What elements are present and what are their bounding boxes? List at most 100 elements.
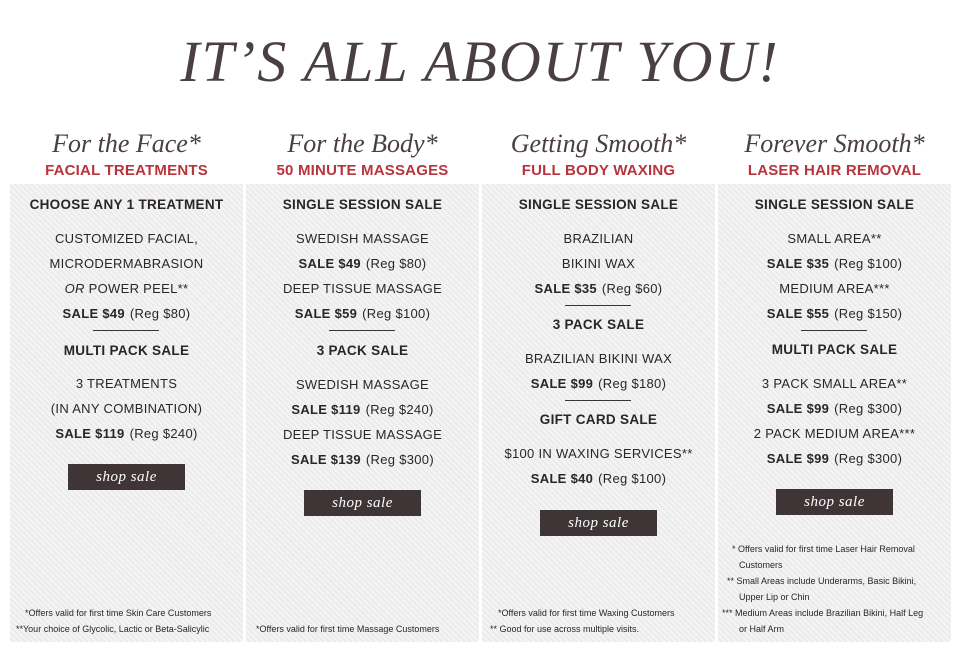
offer-heading: 3 PACK SALE bbox=[552, 317, 645, 332]
sale-price: SALE $59 bbox=[294, 306, 358, 321]
regular-price: (Reg $80) bbox=[365, 256, 427, 271]
offer-line: OR POWER PEEL** bbox=[10, 281, 243, 296]
footnote: *** Medium Areas include Brazilian Bikin… bbox=[722, 608, 924, 618]
offer-heading: CHOOSE ANY 1 TREATMENT bbox=[29, 197, 224, 212]
footnote: Upper Lip or Chin bbox=[739, 592, 810, 602]
offer-panel: SINGLE SESSION SALE SWEDISH MASSAGE SALE… bbox=[246, 184, 479, 642]
offer-heading: SINGLE SESSION SALE bbox=[282, 197, 443, 212]
offer-line: MICRODERMABRASION bbox=[49, 256, 204, 271]
regular-price: (Reg $100) bbox=[834, 256, 903, 271]
face-column: For the Face* FACIAL TREATMENTS CHOOSE A… bbox=[10, 128, 243, 642]
offer-panel: CHOOSE ANY 1 TREATMENT CUSTOMIZED FACIAL… bbox=[10, 184, 243, 642]
offer-line: BRAZILIAN bbox=[563, 231, 634, 246]
column-subtitle: FULL BODY WAXING bbox=[521, 162, 676, 179]
price-line: SALE $99 (Reg $300) bbox=[718, 451, 951, 466]
offer-line: 3 PACK SMALL AREA** bbox=[761, 376, 908, 391]
column-title: Forever Smooth* bbox=[744, 129, 925, 158]
offer-line-text: POWER PEEL** bbox=[84, 281, 189, 296]
sale-price: SALE $35 bbox=[534, 281, 597, 296]
offer-line: SWEDISH MASSAGE bbox=[295, 377, 430, 392]
sale-price: SALE $40 bbox=[530, 471, 594, 486]
offer-line: BRAZILIAN BIKINI WAX bbox=[524, 351, 673, 366]
regular-price: (Reg $300) bbox=[365, 452, 434, 467]
offer-line: $100 IN WAXING SERVICES** bbox=[504, 446, 693, 461]
sale-price: SALE $99 bbox=[530, 376, 594, 391]
regular-price: (Reg $300) bbox=[834, 401, 903, 416]
price-line: SALE $49 (Reg $80) bbox=[10, 306, 243, 321]
price-line: SALE $119 (Reg $240) bbox=[246, 402, 479, 417]
offer-panel: SINGLE SESSION SALE BRAZILIAN BIKINI WAX… bbox=[482, 184, 715, 642]
waxing-column: Getting Smooth* FULL BODY WAXING SINGLE … bbox=[482, 128, 715, 642]
offer-line: SMALL AREA** bbox=[787, 231, 882, 246]
sale-price: SALE $49 bbox=[62, 306, 125, 321]
or-text: OR bbox=[64, 281, 85, 296]
sale-price: SALE $119 bbox=[291, 402, 361, 417]
regular-price: (Reg $100) bbox=[598, 471, 667, 486]
offer-line: DEEP TISSUE MASSAGE bbox=[282, 281, 443, 296]
shop-sale-button[interactable]: shop sale bbox=[540, 510, 657, 536]
offer-heading: SINGLE SESSION SALE bbox=[754, 197, 915, 212]
sale-price: SALE $99 bbox=[766, 451, 830, 466]
column-subtitle: 50 MINUTE MASSAGES bbox=[276, 162, 449, 179]
offer-panel: SINGLE SESSION SALE SMALL AREA** SALE $3… bbox=[718, 184, 951, 642]
offer-heading: 3 PACK SALE bbox=[316, 343, 409, 358]
column-title: Getting Smooth* bbox=[510, 129, 687, 158]
price-line: SALE $40 (Reg $100) bbox=[482, 471, 715, 486]
footnote: ** Good for use across multiple visits. bbox=[490, 624, 640, 634]
regular-price: (Reg $300) bbox=[834, 451, 903, 466]
price-line: SALE $49 (Reg $80) bbox=[246, 256, 479, 271]
footnote: *Offers valid for first time Massage Cus… bbox=[256, 624, 440, 634]
offer-line: (IN ANY COMBINATION) bbox=[50, 401, 203, 416]
regular-price: (Reg $150) bbox=[834, 306, 903, 321]
regular-price: (Reg $180) bbox=[598, 376, 667, 391]
sale-price: SALE $139 bbox=[291, 452, 361, 467]
footnote: Customers bbox=[739, 560, 783, 570]
footnote: *Offers valid for first time Waxing Cust… bbox=[498, 608, 675, 618]
divider bbox=[565, 305, 631, 306]
divider bbox=[93, 330, 159, 331]
regular-price: (Reg $240) bbox=[129, 426, 198, 441]
price-line: SALE $99 (Reg $180) bbox=[482, 376, 715, 391]
column-subtitle: LASER HAIR REMOVAL bbox=[747, 162, 922, 179]
shop-sale-button[interactable]: shop sale bbox=[776, 489, 893, 515]
sale-price: SALE $49 bbox=[298, 256, 361, 271]
footnote: *Offers valid for first time Skin Care C… bbox=[25, 608, 212, 618]
column-subtitle: FACIAL TREATMENTS bbox=[45, 162, 208, 179]
offer-line: MEDIUM AREA*** bbox=[779, 281, 890, 296]
offer-line: 3 TREATMENTS bbox=[75, 376, 178, 391]
offer-heading: SINGLE SESSION SALE bbox=[518, 197, 679, 212]
offer-heading: GIFT CARD SALE bbox=[539, 412, 658, 427]
sale-price: SALE $55 bbox=[766, 306, 830, 321]
regular-price: (Reg $60) bbox=[601, 281, 663, 296]
price-line: SALE $55 (Reg $150) bbox=[718, 306, 951, 321]
column-title: For the Face* bbox=[52, 129, 201, 158]
shop-sale-button[interactable]: shop sale bbox=[304, 490, 421, 516]
regular-price: (Reg $100) bbox=[362, 306, 431, 321]
laser-column: Forever Smooth* LASER HAIR REMOVAL SINGL… bbox=[718, 128, 951, 642]
offer-line: SWEDISH MASSAGE bbox=[295, 231, 430, 246]
divider bbox=[801, 330, 867, 331]
shop-sale-button[interactable]: shop sale bbox=[68, 464, 185, 490]
footnote: * Offers valid for first time Laser Hair… bbox=[732, 544, 915, 554]
footnote: ** Small Areas include Underarms, Basic … bbox=[727, 576, 917, 586]
offer-line: CUSTOMIZED FACIAL, bbox=[54, 231, 199, 246]
footnote: or Half Arm bbox=[739, 624, 785, 634]
footnote: **Your choice of Glycolic, Lactic or Bet… bbox=[16, 624, 210, 634]
offer-line: DEEP TISSUE MASSAGE bbox=[282, 427, 443, 442]
column-title: For the Body* bbox=[287, 129, 438, 158]
divider bbox=[565, 400, 631, 401]
price-line: SALE $59 (Reg $100) bbox=[246, 306, 479, 321]
price-line: SALE $139 (Reg $300) bbox=[246, 452, 479, 467]
sale-price: SALE $119 bbox=[55, 426, 125, 441]
divider bbox=[329, 330, 395, 331]
price-line: SALE $119 (Reg $240) bbox=[10, 426, 243, 441]
regular-price: (Reg $80) bbox=[129, 306, 191, 321]
body-column: For the Body* 50 MINUTE MASSAGES SINGLE … bbox=[246, 128, 479, 642]
offer-heading: MULTI PACK SALE bbox=[771, 342, 898, 357]
price-line: SALE $35 (Reg $100) bbox=[718, 256, 951, 271]
offer-line: 2 PACK MEDIUM AREA*** bbox=[753, 426, 916, 441]
offer-heading: MULTI PACK SALE bbox=[63, 343, 190, 358]
page-headline: IT’S ALL ABOUT YOU! bbox=[180, 29, 780, 94]
regular-price: (Reg $240) bbox=[365, 402, 434, 417]
sale-price: SALE $99 bbox=[766, 401, 830, 416]
